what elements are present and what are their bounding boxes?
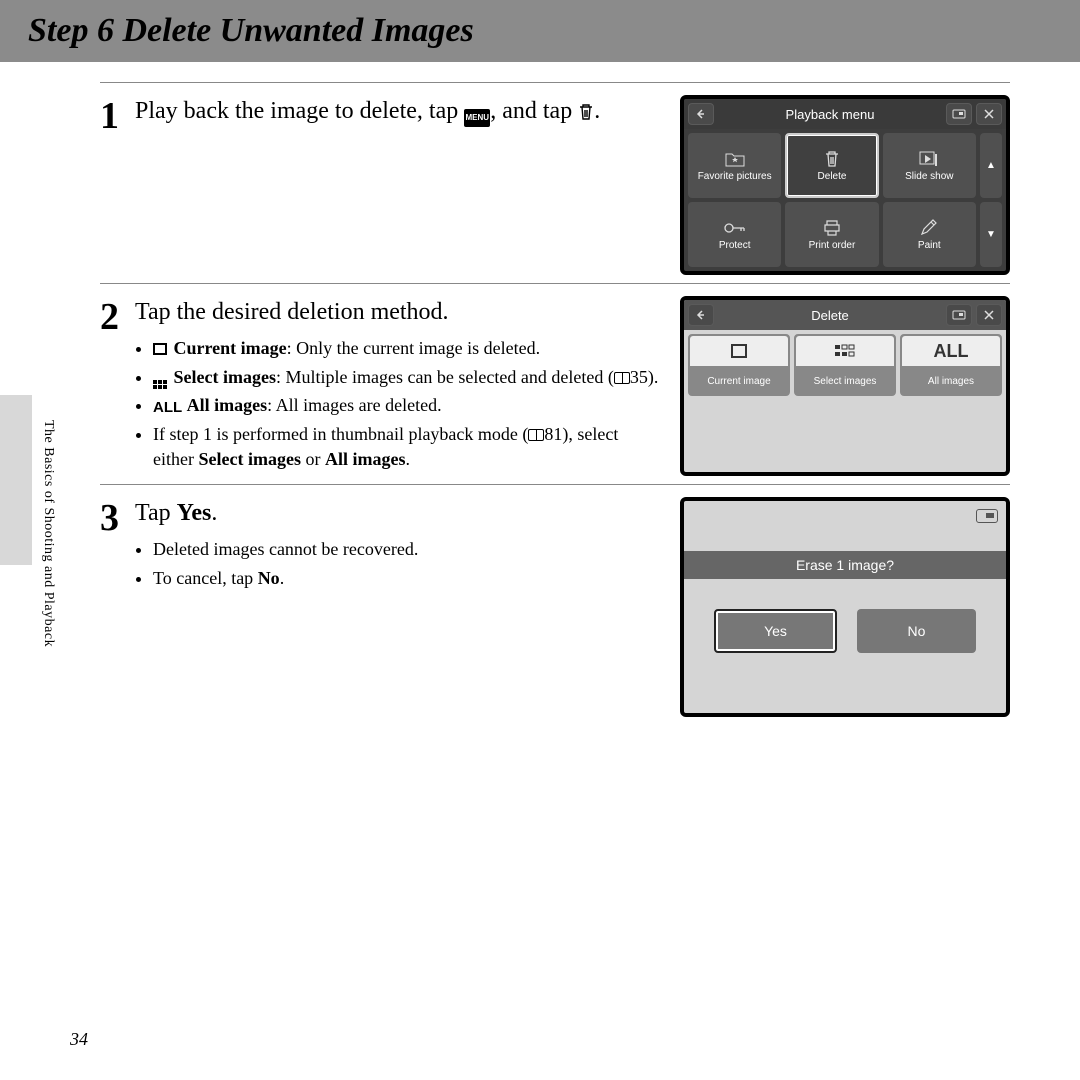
grid-icon: [153, 380, 167, 389]
all-icon: ALL: [902, 336, 1000, 366]
menu-slide-show[interactable]: Slide show: [883, 133, 976, 198]
bullet: If step 1 is performed in thumbnail play…: [153, 422, 660, 471]
page-number: 34: [70, 1029, 88, 1050]
scroll-up-icon[interactable]: ▲: [980, 133, 1002, 198]
close-icon[interactable]: [976, 304, 1002, 326]
menu-paint[interactable]: Paint: [883, 202, 976, 267]
step-text: Play back the image to delete, tap MENU,…: [135, 95, 600, 127]
opt-current-image[interactable]: Current image: [688, 334, 790, 396]
menu-protect[interactable]: Protect: [688, 202, 781, 267]
bullet: Select images: Multiple images can be se…: [153, 365, 660, 389]
bullet: Current image: Only the current image is…: [153, 336, 660, 360]
bullet-list: Current image: Only the current image is…: [135, 336, 660, 470]
grid-icon: [796, 336, 894, 366]
rule: [100, 283, 1010, 284]
bullet: To cancel, tap No.: [153, 566, 418, 590]
bullet: ALL All images: All images are deleted.: [153, 393, 660, 418]
step-number: 1: [100, 97, 119, 135]
screen-title: Delete: [718, 308, 942, 323]
page-header: Step 6 Delete Unwanted Images: [0, 0, 1080, 62]
mode-icon[interactable]: [946, 103, 972, 125]
back-icon[interactable]: [688, 304, 714, 326]
rule: [100, 82, 1010, 83]
back-icon[interactable]: [688, 103, 714, 125]
close-icon[interactable]: [976, 103, 1002, 125]
pencil-icon: [919, 218, 939, 238]
printer-icon: [822, 218, 842, 238]
bullet: Deleted images cannot be recovered.: [153, 537, 418, 561]
confirm-screen: Erase 1 image? Yes No: [680, 497, 1010, 717]
scroll-down-icon[interactable]: ▼: [980, 202, 1002, 267]
step-1: 1 Play back the image to delete, tap MEN…: [100, 95, 1010, 275]
book-icon: [614, 372, 630, 384]
menu-icon: MENU: [464, 109, 490, 127]
key-icon: [724, 218, 746, 238]
delete-method-screen: Delete Current image Select images ALL A…: [680, 296, 1010, 476]
menu-print-order[interactable]: Print order: [785, 202, 878, 267]
playback-menu-screen: Playback menu Favorite pictures Delete: [680, 95, 1010, 275]
square-icon: [153, 343, 167, 355]
opt-all-images[interactable]: ALL All images: [900, 334, 1002, 396]
menu-delete[interactable]: Delete: [785, 133, 878, 198]
step-text: Tap Yes.: [135, 497, 418, 529]
menu-favorite-pictures[interactable]: Favorite pictures: [688, 133, 781, 198]
step-number: 3: [100, 499, 119, 537]
step-text: Tap the desired deletion method.: [135, 296, 660, 328]
screen-title: Playback menu: [718, 107, 942, 122]
trash-icon: [578, 103, 594, 121]
confirm-prompt: Erase 1 image?: [684, 551, 1006, 579]
folder-star-icon: [724, 149, 746, 169]
bullet-list: Deleted images cannot be recovered. To c…: [135, 537, 418, 590]
play-icon: [918, 149, 940, 169]
trash-icon: [823, 149, 841, 169]
step-number: 2: [100, 298, 119, 336]
yes-button[interactable]: Yes: [714, 609, 837, 653]
step-3: 3 Tap Yes. Deleted images cannot be reco…: [100, 497, 1010, 717]
all-icon: ALL: [153, 399, 182, 416]
square-icon: [690, 336, 788, 366]
rule: [100, 484, 1010, 485]
mode-icon[interactable]: [946, 304, 972, 326]
no-button[interactable]: No: [857, 609, 976, 653]
book-icon: [528, 429, 544, 441]
opt-select-images[interactable]: Select images: [794, 334, 896, 396]
mode-icon: [976, 509, 998, 523]
step-2: 2 Tap the desired deletion method. Curre…: [100, 296, 1010, 476]
